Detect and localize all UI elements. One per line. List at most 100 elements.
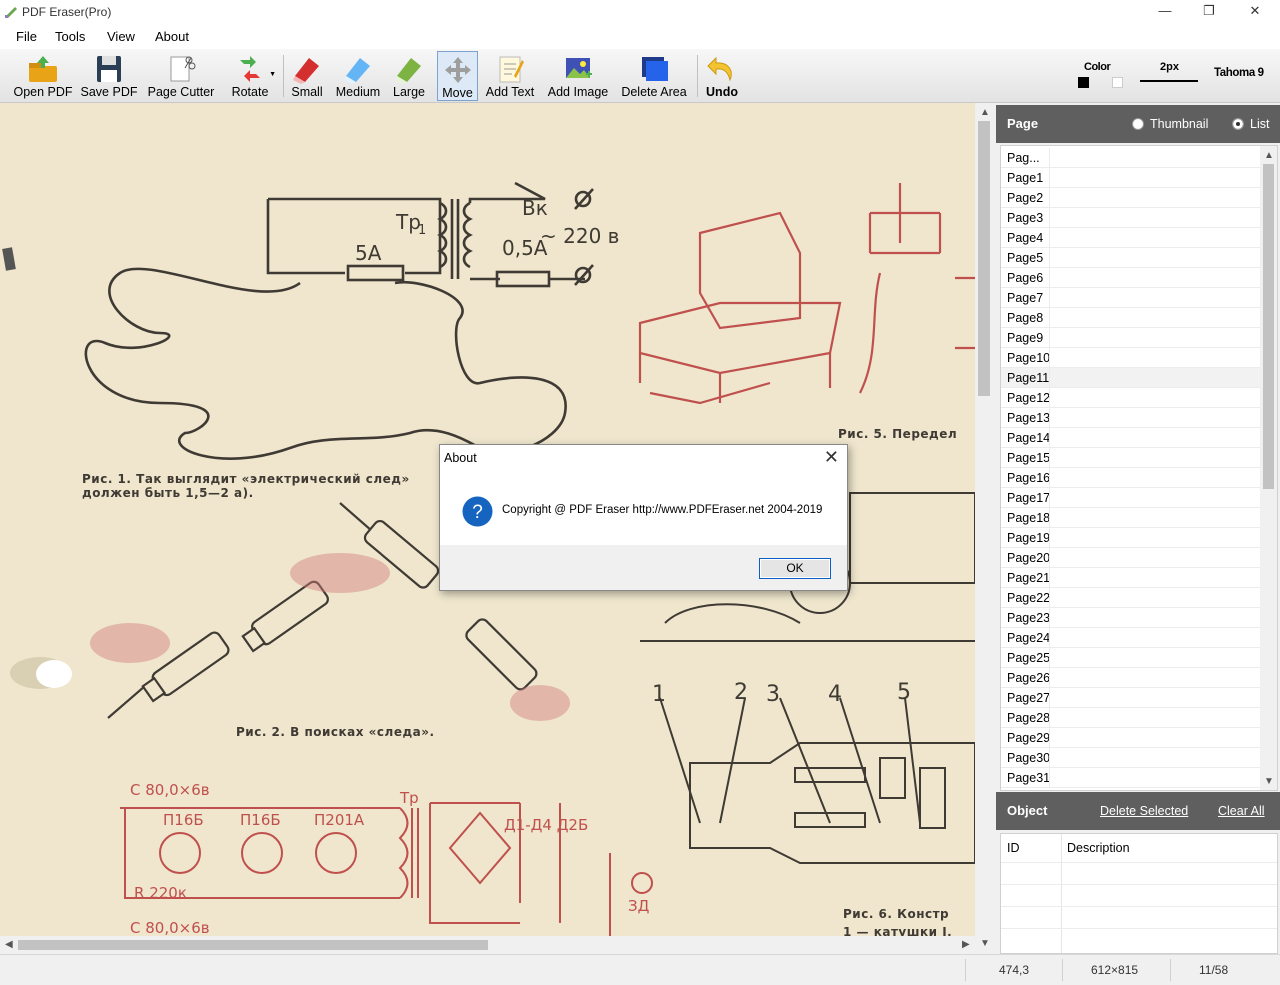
page-list-item[interactable]: Page27 [1001,688,1261,708]
scroll-down-icon[interactable]: ▼ [1264,776,1274,787]
page-list-item[interactable]: Page20 [1001,548,1261,568]
save-pdf-button[interactable]: Save PDF [78,51,140,101]
clear-all-link[interactable]: Clear All [1218,804,1265,818]
column-divider [1049,648,1050,667]
canvas-vertical-scrollbar[interactable]: ▲ ▼ [975,103,993,954]
page-list-item[interactable]: Page10 [1001,348,1261,368]
page-list-item[interactable]: Page14 [1001,428,1261,448]
small-eraser-button[interactable]: Small [287,51,327,101]
page-list-scrollbar[interactable]: ▲ ▼ [1260,146,1277,790]
column-header-id[interactable]: ID [1007,841,1020,855]
page-list-item[interactable]: Page16 [1001,468,1261,488]
page-list-item[interactable]: Page17 [1001,488,1261,508]
scrollbar-thumb[interactable] [1263,164,1274,489]
rotate-dropdown-icon[interactable]: ▼ [269,71,276,78]
vk-label: Вк [522,196,548,220]
page-list-item[interactable]: Page31 [1001,768,1261,788]
page-list-item[interactable]: Page6 [1001,268,1261,288]
add-text-button[interactable]: Add Text [482,51,538,101]
page-list-item[interactable]: Page11 [1001,368,1261,388]
page-list-item[interactable]: Page24 [1001,628,1261,648]
page-list-label: Page5 [1007,251,1044,265]
page-list-item[interactable]: Page15 [1001,448,1261,468]
rotate-arrows-icon [240,56,260,82]
menu-tools[interactable]: Tools [55,29,85,44]
page-list-item[interactable]: Page4 [1001,228,1261,248]
page-list-label: Page2 [1007,191,1044,205]
font-picker[interactable]: Tahoma 9 [1214,67,1264,79]
page-list-item[interactable]: Page9 [1001,328,1261,348]
app-logo-icon [5,7,17,18]
restore-button[interactable]: ❐ [1186,0,1232,23]
page-list-item[interactable]: Page22 [1001,588,1261,608]
page-list-item[interactable]: Page29 [1001,728,1261,748]
figure5-caption: Рис. 5. Передел [838,427,958,441]
column-divider [1049,308,1050,327]
page-list-label: Page1 [1007,171,1044,185]
page-list-item[interactable]: Page28 [1001,708,1261,728]
open-pdf-button[interactable]: Open PDF [10,51,76,101]
c1-label: С 80,0×6в [130,781,210,799]
color-picker[interactable]: Color [1078,61,1128,101]
page-list[interactable]: Pag... Page1 Page2 Page3 Page4 Page5 Page6 Page… [1000,145,1278,791]
page-panel-header: Page Thumbnail List [996,105,1280,143]
page-cutter-button[interactable]: Page Cutter [144,51,218,101]
list-radio[interactable]: List [1232,117,1269,131]
menu-file[interactable]: File [16,29,37,44]
undo-button[interactable]: Undo [702,51,742,101]
dialog-close-icon[interactable]: ✕ [824,447,839,468]
rotate-button[interactable]: Rotate ▼ [222,51,278,101]
picture-icon [566,58,592,78]
page-list-item[interactable]: Page23 [1001,608,1261,628]
thumbnail-radio[interactable]: Thumbnail [1132,117,1208,131]
ok-button[interactable]: OK [759,558,831,579]
page-list-item[interactable]: Page3 [1001,208,1261,228]
medium-eraser-button[interactable]: Medium [331,51,385,101]
close-window-button[interactable]: ✕ [1232,0,1278,23]
move-tool-button[interactable]: Move [437,51,478,101]
page-list-label: Page7 [1007,291,1044,305]
scroll-down-icon[interactable]: ▼ [980,938,990,949]
object-table[interactable]: ID Description [1000,833,1278,954]
page-list-item[interactable]: Page13 [1001,408,1261,428]
page-list-item[interactable]: Page1 [1001,168,1261,188]
page-list-item[interactable]: Page18 [1001,508,1261,528]
column-header-description[interactable]: Description [1067,841,1130,855]
undo-arrow-icon [707,56,732,82]
stroke-width-picker[interactable]: 2px [1140,61,1200,85]
page-list-item[interactable]: Page12 [1001,388,1261,408]
scroll-up-icon[interactable]: ▲ [1264,150,1274,161]
minimize-button[interactable]: — [1142,0,1188,23]
menu-view[interactable]: View [107,29,135,44]
page-list-item[interactable]: Page21 [1001,568,1261,588]
scrollbar-thumb[interactable] [18,940,488,950]
page-list-item[interactable]: Page30 [1001,748,1261,768]
column-divider [1049,668,1050,687]
scroll-up-icon[interactable]: ▲ [980,107,990,118]
foreground-color-swatch[interactable] [1078,77,1089,88]
page-list-item[interactable]: Page19 [1001,528,1261,548]
canvas-horizontal-scrollbar[interactable]: ◀ ▶ [0,936,975,954]
3d-label: ЗД [628,897,649,915]
background-color-swatch[interactable] [1112,77,1123,88]
scroll-right-icon[interactable]: ▶ [962,939,970,950]
page-scissors-icon [170,56,196,82]
scroll-left-icon[interactable]: ◀ [5,939,13,950]
delete-area-button[interactable]: Delete Area [618,51,690,101]
page-list-header[interactable]: Pag... [1001,148,1261,168]
add-image-button[interactable]: Add Image [544,51,612,101]
page-list-item[interactable]: Page26 [1001,668,1261,688]
page-list-item[interactable]: Page25 [1001,648,1261,668]
delete-selected-link[interactable]: Delete Selected [1100,804,1188,818]
menu-about[interactable]: About [155,29,189,44]
scrollbar-thumb[interactable] [978,121,990,396]
page-list-item[interactable]: Page5 [1001,248,1261,268]
p16b1-label: П16Б [163,811,204,829]
page-list-item[interactable]: Page7 [1001,288,1261,308]
column-divider [1049,488,1050,507]
page-list-item[interactable]: Page8 [1001,308,1261,328]
page-list-label: Page8 [1007,311,1044,325]
column-divider [1049,208,1050,227]
large-eraser-button[interactable]: Large [389,51,429,101]
page-list-item[interactable]: Page2 [1001,188,1261,208]
